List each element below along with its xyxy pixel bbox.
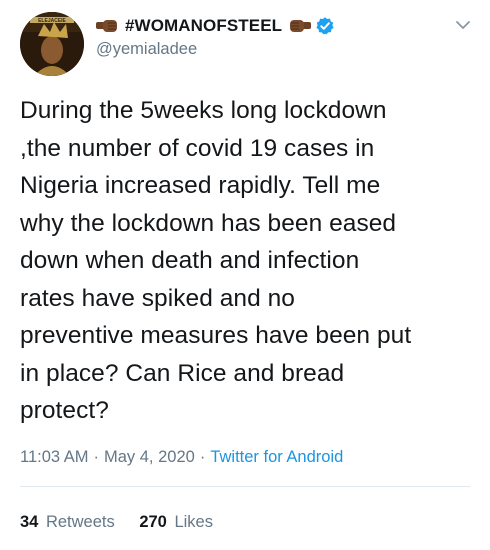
retweets-label: Retweets (45, 513, 115, 531)
chevron-down-icon[interactable] (454, 16, 472, 34)
retweets-count: 34 (20, 513, 39, 531)
tweet-card: ELEJACEIE #WOMANOFSTEEL @yemialadee Duri… (0, 0, 490, 550)
tweet-header: #WOMANOFSTEEL @yemialadee (96, 13, 426, 62)
avatar-image: ELEJACEIE (20, 12, 84, 76)
tweet-text: During the 5weeks long lockdown ,the num… (20, 97, 412, 424)
likes-stat[interactable]: 270 Likes (139, 513, 213, 532)
fist-right-icon (96, 18, 120, 34)
verified-badge-icon (315, 16, 335, 36)
tweet-stats: 34 Retweets 270 Likes (20, 513, 233, 532)
retweets-stat[interactable]: 34 Retweets (20, 513, 115, 532)
user-handle[interactable]: @yemialadee (96, 40, 426, 62)
fist-left-icon (287, 18, 312, 34)
meta-separator: · (199, 448, 206, 466)
likes-count: 270 (139, 513, 167, 531)
tweet-meta: 11:03 AM · May 4, 2020 · Twitter for Android (20, 448, 343, 467)
meta-separator: · (93, 448, 100, 466)
name-row[interactable]: #WOMANOFSTEEL (96, 13, 426, 39)
display-name: #WOMANOFSTEEL (125, 16, 283, 35)
avatar[interactable]: ELEJACEIE (20, 12, 84, 76)
tweet-time[interactable]: 11:03 AM (20, 448, 89, 466)
likes-label: Likes (174, 513, 213, 531)
source-link[interactable]: Twitter for Android (210, 448, 343, 466)
divider (20, 486, 470, 487)
avatar-lettering: ELEJACEIE (38, 18, 66, 24)
tweet-date[interactable]: May 4, 2020 (104, 448, 195, 466)
